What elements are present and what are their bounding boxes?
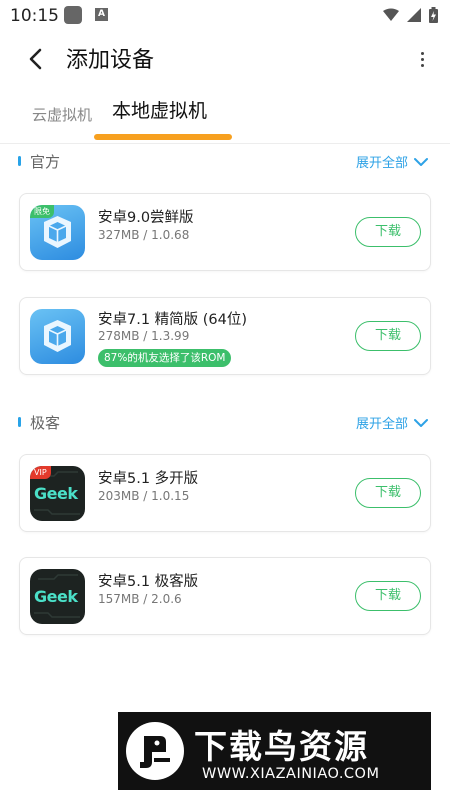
app-square-icon (64, 6, 82, 24)
section-marker (18, 156, 21, 166)
rom-title: 安卓9.0尝鲜版 (98, 210, 194, 226)
vm-cube-icon: 限免 (30, 205, 85, 260)
vip-tag: VIP (30, 466, 51, 479)
download-button[interactable]: 下载 (355, 478, 421, 508)
vm-cube-icon (30, 309, 85, 364)
download-button[interactable]: 下载 (355, 321, 421, 351)
rom-card[interactable]: Geek 安卓5.1 极客版 157MB / 2.0.6 下载 (19, 557, 431, 635)
status-bar: 10:15 A (0, 0, 450, 34)
section-title: 官方 (30, 153, 61, 171)
section-marker (18, 417, 21, 427)
download-button[interactable]: 下载 (355, 581, 421, 611)
signal-icon (407, 8, 421, 22)
cube-glyph (44, 320, 71, 352)
rom-title: 安卓7.1 精简版 (64位) (98, 312, 248, 328)
more-dot (420, 57, 424, 61)
status-time: 10:15 (10, 6, 59, 26)
battery-charging-icon (429, 7, 438, 23)
rom-title: 安卓5.1 多开版 (98, 471, 199, 487)
page-title: 添加设备 (66, 48, 155, 73)
expand-all-button[interactable]: 展开全部 (356, 413, 428, 432)
geek-logo-text: Geek (34, 587, 78, 606)
popularity-badge: 87%的机友选择了该ROM (98, 349, 232, 367)
watermark-banner: 下载鸟资源 WWW.XIAZAINIAO.COM (118, 712, 431, 790)
bird-glyph (140, 736, 170, 768)
expand-all-button[interactable]: 展开全部 (356, 152, 428, 171)
geek-logo-icon: Geek VIP (30, 466, 85, 521)
more-vertical-icon (420, 51, 424, 55)
tab-bar: 云虚拟机 本地虚拟机 (0, 84, 450, 144)
rom-meta: 327MB / 1.0.68 (98, 228, 190, 242)
more-options-button[interactable] (412, 46, 432, 72)
expand-all-label: 展开全部 (355, 156, 408, 171)
rom-meta: 157MB / 2.0.6 (98, 592, 182, 606)
rom-title: 安卓5.1 极客版 (98, 574, 199, 590)
geek-logo-text: Geek (34, 484, 78, 503)
bird-logo-icon (126, 722, 184, 780)
wifi-icon (383, 8, 399, 21)
free-tag: 限免 (30, 205, 54, 218)
rom-meta: 278MB / 1.3.99 (98, 329, 190, 343)
rom-card[interactable]: 安卓7.1 精简版 (64位) 278MB / 1.3.99 87%的机友选择了… (19, 297, 431, 375)
section-header-geek: 极客 展开全部 (0, 411, 450, 435)
rom-meta: 203MB / 1.0.15 (98, 489, 190, 503)
back-button[interactable] (22, 44, 52, 74)
tab-local-vm[interactable]: 本地虚拟机 (112, 96, 207, 123)
chevron-down-icon (414, 418, 428, 427)
app-header: 添加设备 (0, 34, 450, 84)
active-tab-indicator (94, 134, 232, 140)
a-notification-icon: A (95, 8, 108, 21)
status-icons (383, 7, 438, 23)
section-header-official: 官方 展开全部 (0, 150, 450, 174)
watermark-title: 下载鸟资源 (194, 727, 369, 766)
geek-logo-icon: Geek (30, 569, 85, 624)
tab-cloud-vm[interactable]: 云虚拟机 (32, 104, 92, 125)
more-dot (420, 63, 424, 67)
back-arrow-icon (29, 48, 42, 70)
section-title: 极客 (30, 414, 61, 432)
download-button[interactable]: 下载 (355, 217, 421, 247)
rom-card[interactable]: Geek VIP 安卓5.1 多开版 203MB / 1.0.15 下载 (19, 454, 431, 532)
expand-all-label: 展开全部 (355, 417, 408, 432)
rom-card[interactable]: 限免 安卓9.0尝鲜版 327MB / 1.0.68 下载 (19, 193, 431, 271)
chevron-down-icon (414, 157, 428, 166)
watermark-url: WWW.XIAZAINIAO.COM (202, 766, 380, 782)
